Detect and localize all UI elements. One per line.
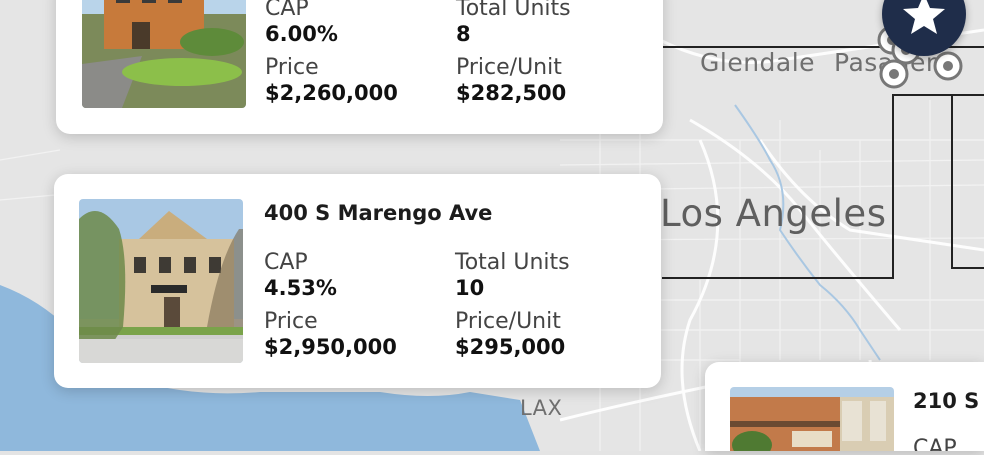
listing-card[interactable]: 400 S Marengo Ave CAP 4.53% Total Units … (54, 174, 661, 388)
price-per-unit-label: Price/Unit (456, 55, 562, 80)
listing-photo (730, 387, 894, 451)
total-units-value: 8 (456, 22, 471, 46)
price-label: Price (265, 55, 319, 80)
star-icon (903, 0, 945, 34)
price-value: $2,260,000 (265, 81, 398, 105)
listing-address: 400 S Marengo Ave (264, 201, 493, 225)
price-per-unit-value: $295,000 (455, 335, 566, 359)
map-label-glendale: Glendale (700, 48, 816, 77)
cap-value: 4.53% (264, 276, 337, 300)
map-label-los-angeles: Los Angeles (660, 192, 887, 235)
listing-address: 210 S C (913, 389, 984, 413)
price-per-unit-label: Price/Unit (455, 309, 561, 334)
listing-card[interactable]: 210 S C CAP (705, 362, 984, 451)
favorites-button[interactable] (882, 0, 966, 56)
total-units-label: Total Units (456, 0, 571, 21)
listing-card[interactable]: CAP 6.00% Total Units 8 Price $2,260,000… (56, 0, 663, 134)
cap-label: CAP (264, 250, 308, 275)
price-value: $2,950,000 (264, 335, 397, 359)
total-units-label: Total Units (455, 250, 570, 275)
listing-photo (82, 0, 246, 108)
price-label: Price (264, 309, 318, 334)
cap-label: CAP (913, 436, 957, 451)
listing-photo (79, 199, 243, 363)
cap-label: CAP (265, 0, 309, 21)
price-per-unit-value: $282,500 (456, 81, 567, 105)
cap-value: 6.00% (265, 22, 338, 46)
total-units-value: 10 (455, 276, 485, 300)
map-label-lax: LAX (520, 396, 563, 420)
